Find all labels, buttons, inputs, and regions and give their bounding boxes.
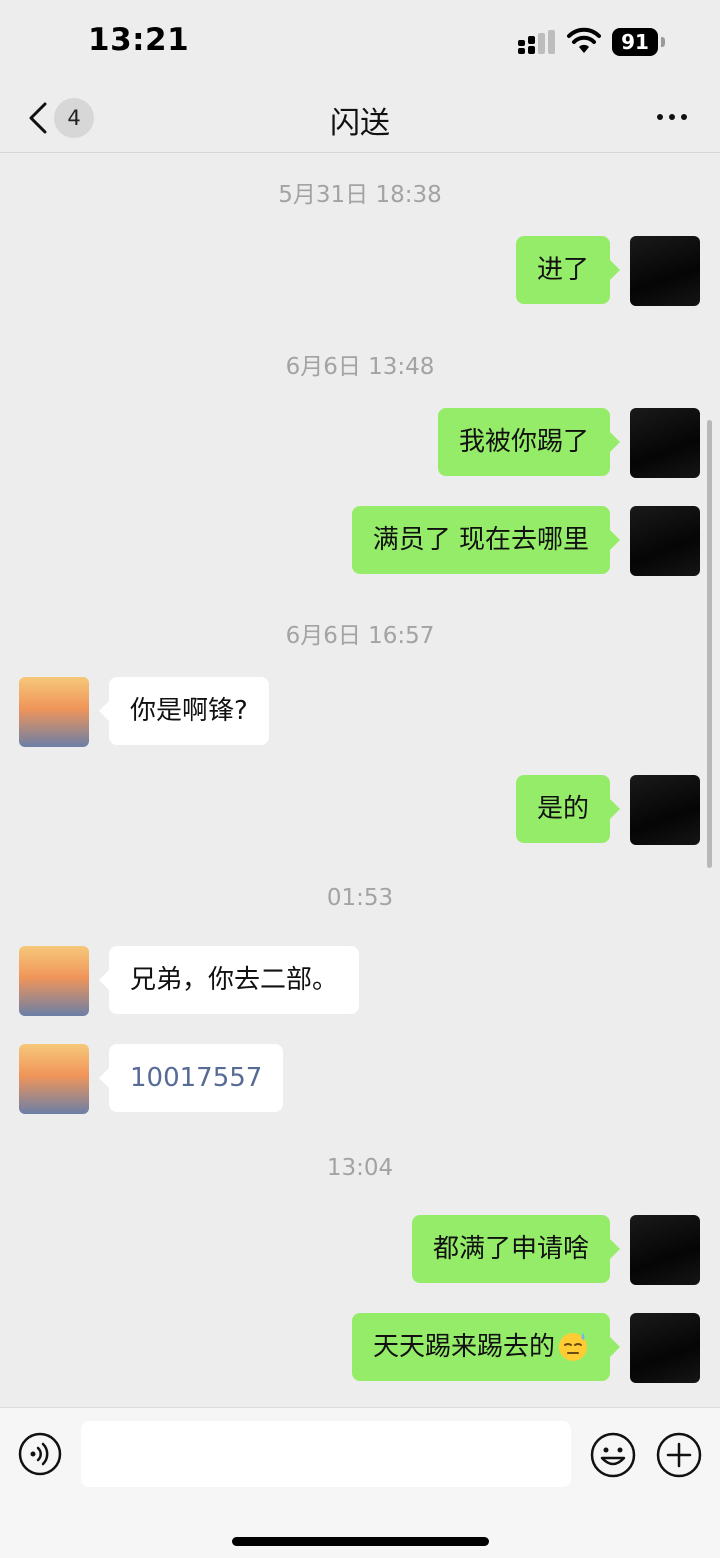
message-list[interactable]: 5月31日 18:38 进了 6月6日 13:48 我被你踢了 满员了 现在去哪… — [0, 153, 720, 1407]
my-avatar[interactable] — [630, 775, 700, 845]
chevron-left-icon — [29, 102, 47, 134]
my-avatar[interactable] — [630, 506, 700, 576]
back-button[interactable]: 4 — [20, 96, 100, 140]
downcast-sweat-emoji-icon — [559, 1332, 587, 1361]
contact-avatar[interactable] — [19, 946, 89, 1016]
chat-title: 闪送 — [330, 106, 390, 141]
status-bar: 13:21 91 — [0, 0, 720, 84]
scrollbar[interactable] — [707, 420, 712, 868]
contact-avatar[interactable] — [19, 677, 89, 747]
my-message-bubble[interactable]: 都满了申请啥 — [411, 1215, 621, 1283]
smiley-icon[interactable] — [590, 1432, 636, 1478]
timestamp: 01:53 — [326, 885, 394, 911]
unread-count-badge: 4 — [54, 98, 94, 138]
my-message-bubble[interactable]: 满员了 现在去哪里 — [351, 506, 621, 574]
my-message-bubble[interactable]: 天天踢来踢去的 — [351, 1313, 621, 1381]
my-avatar[interactable] — [630, 1215, 700, 1285]
my-message-bubble[interactable]: 我被你踢了 — [437, 408, 621, 476]
input-bar — [0, 1407, 720, 1558]
battery-icon: 91 — [612, 28, 666, 56]
contact-avatar[interactable] — [19, 1044, 89, 1114]
battery-level: 91 — [621, 30, 649, 54]
status-time: 13:21 — [88, 22, 190, 58]
my-message-bubble[interactable]: 是的 — [515, 775, 621, 843]
plus-circle-icon[interactable] — [656, 1432, 702, 1478]
nav-bar: 4 闪送 — [0, 84, 720, 153]
timestamp: 13:04 — [326, 1155, 394, 1181]
home-indicator — [232, 1537, 489, 1546]
signal-icon — [518, 30, 555, 54]
my-avatar[interactable] — [630, 408, 700, 478]
timestamp: 5月31日 18:38 — [278, 182, 442, 208]
voice-icon[interactable] — [18, 1432, 62, 1476]
message-input[interactable] — [81, 1421, 571, 1487]
chat-screen: 13:21 91 4 闪送 5月31日 18:38 进了 6月6日 13:48 … — [0, 0, 720, 1558]
my-message-bubble[interactable]: 进了 — [515, 236, 621, 304]
timestamp: 6月6日 13:48 — [285, 354, 435, 380]
more-button[interactable] — [652, 104, 692, 128]
phone-number-link[interactable]: 10017557 — [130, 1063, 262, 1093]
contact-message-bubble[interactable]: 你是啊锋? — [99, 677, 269, 745]
my-avatar[interactable] — [630, 236, 700, 306]
contact-message-bubble[interactable]: 10017557 — [98, 1044, 284, 1112]
wifi-icon — [567, 27, 601, 53]
message-text: 天天踢来踢去的 — [372, 1332, 555, 1362]
contact-message-bubble[interactable]: 兄弟，你去二部。 — [98, 946, 360, 1014]
my-avatar[interactable] — [630, 1313, 700, 1383]
timestamp: 6月6日 16:57 — [285, 623, 435, 649]
